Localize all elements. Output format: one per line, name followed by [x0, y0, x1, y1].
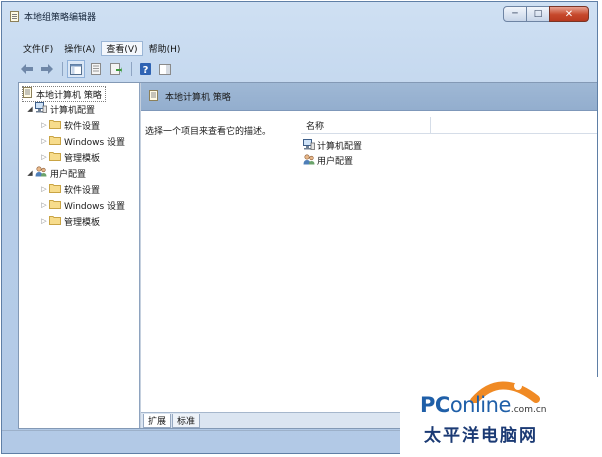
- brand-pc: PC: [420, 393, 450, 417]
- tree-item-computer-software[interactable]: ▷ 软件设置: [39, 118, 100, 132]
- tab-extended[interactable]: 扩展: [143, 414, 172, 428]
- computer-icon: [35, 102, 47, 116]
- back-arrow-icon: [21, 64, 33, 74]
- tree-item-user-software[interactable]: ▷ 软件设置: [39, 182, 100, 196]
- collapsed-arrow-icon[interactable]: ▷: [39, 201, 49, 209]
- tree-item-label: 管理模板: [64, 217, 101, 228]
- title-bar[interactable]: 本地组策略编辑器 ─ □ ✕: [2, 2, 597, 38]
- action-pane-icon: [159, 63, 171, 75]
- forward-button[interactable]: [38, 60, 56, 78]
- pconline-watermark: PConline.com.cn 太平洋电脑网: [400, 377, 602, 457]
- tree-item-computer-windows[interactable]: ▷ Windows 设置: [39, 134, 125, 148]
- menu-view[interactable]: 查看(V): [101, 40, 143, 56]
- brand-online: online: [449, 393, 512, 417]
- toolbar-separator: [131, 62, 132, 76]
- column-header-name[interactable]: 名称: [301, 117, 431, 133]
- svg-text:?: ?: [142, 65, 148, 75]
- description-text: 选择一个项目来查看它的描述。: [145, 127, 272, 137]
- folder-icon: [49, 119, 61, 132]
- folder-icon: [49, 199, 61, 212]
- export-list-button[interactable]: [107, 60, 125, 78]
- tree-item-user-config[interactable]: ◢ 用户配置: [25, 166, 86, 180]
- collapsed-arrow-icon[interactable]: ▷: [39, 185, 49, 193]
- collapsed-arrow-icon[interactable]: ▷: [39, 153, 49, 161]
- back-button[interactable]: [18, 60, 36, 78]
- details-header: 本地计算机 策略: [141, 83, 597, 111]
- tree-item-computer-admin-templates[interactable]: ▷ 管理模板: [39, 150, 100, 164]
- tree-item-label: 计算机配置: [50, 105, 96, 116]
- folder-icon: [49, 183, 61, 196]
- maximize-button[interactable]: □: [526, 6, 550, 22]
- close-icon: ✕: [564, 8, 574, 20]
- policy-document-icon: [10, 11, 19, 22]
- expanded-arrow-icon[interactable]: ◢: [25, 105, 35, 113]
- properties-icon: [91, 63, 101, 75]
- pconline-logo: PConline.com.cn: [420, 393, 546, 417]
- show-console-tree-icon: [70, 63, 82, 75]
- tree-item-root[interactable]: 本地计算机 策略: [22, 86, 106, 102]
- menu-bar: 文件(F) 操作(A) 查看(V) 帮助(H): [18, 40, 597, 56]
- list-item-label: 计算机配置: [317, 142, 363, 152]
- tree-item-label: 管理模板: [64, 153, 101, 164]
- computer-icon: [303, 138, 315, 153]
- export-list-icon: [110, 63, 122, 75]
- menu-help[interactable]: 帮助(H): [144, 41, 186, 56]
- console-tree: 本地计算机 策略 ◢ 计算机配置 ▷ 软件设置 ▷ Windows 设置 ▷ 管…: [19, 83, 140, 428]
- properties-button[interactable]: [87, 60, 105, 78]
- menu-file[interactable]: 文件(F): [18, 41, 58, 56]
- tree-item-label: 用户配置: [50, 169, 87, 180]
- tree-item-label: Windows 设置: [64, 201, 126, 212]
- toolbar-separator: [62, 62, 63, 76]
- tree-item-computer-config[interactable]: ◢ 计算机配置: [25, 102, 95, 116]
- details-title: 本地计算机 策略: [165, 93, 231, 103]
- list-item[interactable]: 用户配置: [303, 153, 354, 168]
- tab-standard[interactable]: 标准: [172, 414, 201, 428]
- menu-action[interactable]: 操作(A): [59, 41, 100, 56]
- help-icon: ?: [139, 63, 151, 75]
- policy-document-icon: [149, 89, 159, 104]
- folder-icon: [49, 215, 61, 228]
- collapsed-arrow-icon[interactable]: ▷: [39, 217, 49, 225]
- collapsed-arrow-icon[interactable]: ▷: [39, 137, 49, 145]
- window-controls: ─ □ ✕: [503, 6, 589, 22]
- maximize-icon: □: [533, 9, 543, 19]
- expanded-arrow-icon[interactable]: ◢: [25, 169, 35, 177]
- minimize-button[interactable]: ─: [503, 6, 527, 22]
- tree-item-user-windows[interactable]: ▷ Windows 设置: [39, 198, 125, 212]
- list-header: 名称: [301, 117, 597, 134]
- tree-item-label: 本地计算机 策略: [36, 90, 102, 101]
- tree-item-label: Windows 设置: [64, 137, 126, 148]
- list-item[interactable]: 计算机配置: [303, 138, 363, 153]
- users-icon: [303, 153, 315, 168]
- brand-chinese: 太平洋电脑网: [424, 426, 538, 446]
- help-button[interactable]: ?: [136, 60, 154, 78]
- folder-icon: [49, 151, 61, 164]
- tree-item-label: 软件设置: [64, 185, 101, 196]
- collapsed-arrow-icon[interactable]: ▷: [39, 121, 49, 129]
- toolbar: ?: [18, 59, 597, 79]
- close-button[interactable]: ✕: [549, 6, 589, 22]
- folder-icon: [49, 135, 61, 148]
- forward-arrow-icon: [41, 64, 53, 74]
- tree-item-user-admin-templates[interactable]: ▷ 管理模板: [39, 214, 100, 228]
- brand-domain: .com.cn: [510, 405, 547, 415]
- tree-item-label: 软件设置: [64, 121, 101, 132]
- window-title: 本地组策略编辑器: [24, 13, 97, 23]
- policy-document-icon: [23, 87, 33, 101]
- action-pane-button[interactable]: [156, 60, 174, 78]
- minimize-icon: ─: [512, 9, 518, 19]
- show-console-tree-button[interactable]: [67, 60, 85, 78]
- users-icon: [35, 166, 47, 180]
- list-item-label: 用户配置: [317, 157, 354, 167]
